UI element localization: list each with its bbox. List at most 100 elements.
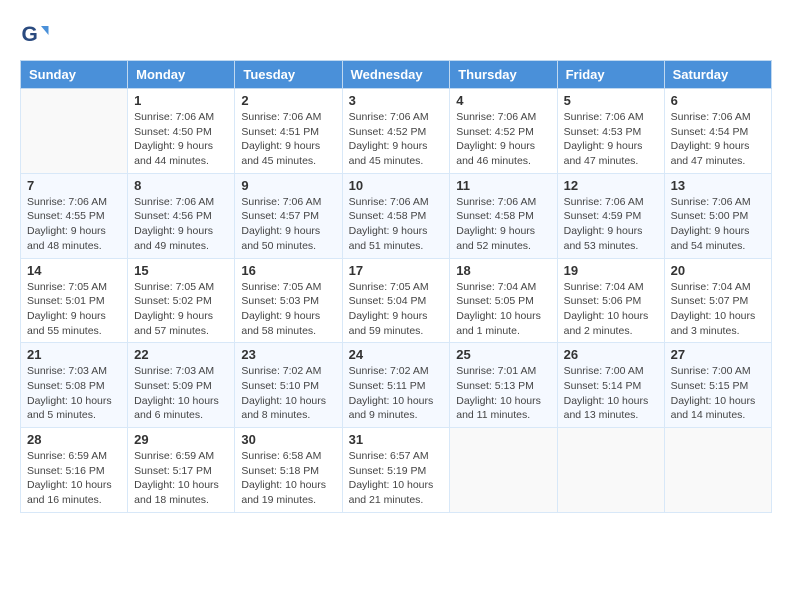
day-info: Sunrise: 7:00 AM Sunset: 5:15 PM Dayligh… (671, 364, 765, 423)
calendar-cell: 12 Sunrise: 7:06 AM Sunset: 4:59 PM Dayli… (557, 173, 664, 258)
day-number: 28 (27, 432, 121, 447)
day-number: 22 (134, 347, 228, 362)
day-number: 10 (349, 178, 444, 193)
calendar-cell: 22Sunrise: 7:03 AM Sunset: 5:09 PM Dayli… (128, 343, 235, 428)
calendar-week-4: 21 Sunrise: 7:03 AM Sunset: 5:08 PM Dayli… (21, 343, 772, 428)
day-number: 8 (134, 178, 228, 193)
calendar-cell: 26 Sunrise: 7:00 AM Sunset: 5:14 PM Dayli… (557, 343, 664, 428)
day-info: Sunrise: 7:02 AM Sunset: 5:11 PM Dayligh… (349, 364, 444, 423)
calendar-week-3: 14 Sunrise: 7:05 AM Sunset: 5:01 PM Dayli… (21, 258, 772, 343)
calendar-cell: 14 Sunrise: 7:05 AM Sunset: 5:01 PM Dayli… (21, 258, 128, 343)
day-info: Sunrise: 7:06 AM Sunset: 5:00 PM Dayligh… (671, 195, 765, 254)
calendar-cell: 30 Sunrise: 6:58 AM Sunset: 5:18 PM Dayli… (235, 428, 342, 513)
day-info: Sunrise: 6:58 AM Sunset: 5:18 PM Dayligh… (241, 449, 335, 508)
day-number: 26 (564, 347, 658, 362)
day-info: Sunrise: 7:06 AM Sunset: 4:59 PM Dayligh… (564, 195, 658, 254)
day-number: 7 (27, 178, 121, 193)
day-number: 31 (349, 432, 444, 447)
calendar-cell: 19 Sunrise: 7:04 AM Sunset: 5:06 PM Dayli… (557, 258, 664, 343)
weekday-header-monday: Monday (128, 61, 235, 89)
calendar-cell: 23 Sunrise: 7:02 AM Sunset: 5:10 PM Dayli… (235, 343, 342, 428)
calendar-week-2: 7 Sunrise: 7:06 AM Sunset: 4:55 PM Daylig… (21, 173, 772, 258)
day-number: 29 (134, 432, 228, 447)
weekday-header-friday: Friday (557, 61, 664, 89)
day-number: 21 (27, 347, 121, 362)
calendar-cell: 11 Sunrise: 7:06 AM Sunset: 4:58 PM Dayli… (450, 173, 557, 258)
day-number: 18 (456, 263, 550, 278)
page-header: G (20, 20, 772, 50)
day-number: 24 (349, 347, 444, 362)
day-number: 4 (456, 93, 550, 108)
day-number: 13 (671, 178, 765, 193)
calendar-cell: 4 Sunrise: 7:06 AM Sunset: 4:52 PM Daylig… (450, 89, 557, 174)
day-number: 15 (134, 263, 228, 278)
day-info: Sunrise: 7:06 AM Sunset: 4:56 PM Dayligh… (134, 195, 228, 254)
calendar-cell: 8 Sunrise: 7:06 AM Sunset: 4:56 PM Daylig… (128, 173, 235, 258)
day-number: 14 (27, 263, 121, 278)
day-info: Sunrise: 7:04 AM Sunset: 5:05 PM Dayligh… (456, 280, 550, 339)
svg-text:G: G (22, 23, 38, 46)
weekday-header-wednesday: Wednesday (342, 61, 450, 89)
day-number: 11 (456, 178, 550, 193)
calendar-cell: 31 Sunrise: 6:57 AM Sunset: 5:19 PM Dayli… (342, 428, 450, 513)
day-info: Sunrise: 7:00 AM Sunset: 5:14 PM Dayligh… (564, 364, 658, 423)
calendar-cell: 7 Sunrise: 7:06 AM Sunset: 4:55 PM Daylig… (21, 173, 128, 258)
day-number: 9 (241, 178, 335, 193)
day-info: Sunrise: 7:05 AM Sunset: 5:04 PM Dayligh… (349, 280, 444, 339)
calendar-table: SundayMondayTuesdayWednesdayThursdayFrid… (20, 60, 772, 513)
day-info: Sunrise: 6:57 AM Sunset: 5:19 PM Dayligh… (349, 449, 444, 508)
calendar-cell: 3 Sunrise: 7:06 AM Sunset: 4:52 PM Daylig… (342, 89, 450, 174)
day-info: Sunrise: 7:04 AM Sunset: 5:07 PM Dayligh… (671, 280, 765, 339)
logo: G (20, 20, 54, 50)
calendar-cell: 29 Sunrise: 6:59 AM Sunset: 5:17 PM Dayli… (128, 428, 235, 513)
day-number: 19 (564, 263, 658, 278)
day-info: Sunrise: 6:59 AM Sunset: 5:16 PM Dayligh… (27, 449, 121, 508)
day-info: Sunrise: 7:06 AM Sunset: 4:53 PM Dayligh… (564, 110, 658, 169)
day-info: Sunrise: 7:06 AM Sunset: 4:52 PM Dayligh… (456, 110, 550, 169)
calendar-cell: 2Sunrise: 7:06 AM Sunset: 4:51 PM Daylig… (235, 89, 342, 174)
day-info: Sunrise: 7:01 AM Sunset: 5:13 PM Dayligh… (456, 364, 550, 423)
day-number: 23 (241, 347, 335, 362)
calendar-cell: 6Sunrise: 7:06 AM Sunset: 4:54 PM Daylig… (664, 89, 771, 174)
calendar-week-5: 28 Sunrise: 6:59 AM Sunset: 5:16 PM Dayli… (21, 428, 772, 513)
day-number: 1 (134, 93, 228, 108)
day-number: 3 (349, 93, 444, 108)
day-info: Sunrise: 7:06 AM Sunset: 4:52 PM Dayligh… (349, 110, 444, 169)
weekday-header-sunday: Sunday (21, 61, 128, 89)
day-info: Sunrise: 7:06 AM Sunset: 4:50 PM Dayligh… (134, 110, 228, 169)
calendar-cell (21, 89, 128, 174)
day-info: Sunrise: 7:05 AM Sunset: 5:02 PM Dayligh… (134, 280, 228, 339)
calendar-cell: 9 Sunrise: 7:06 AM Sunset: 4:57 PM Daylig… (235, 173, 342, 258)
calendar-cell: 21 Sunrise: 7:03 AM Sunset: 5:08 PM Dayli… (21, 343, 128, 428)
day-number: 2 (241, 93, 335, 108)
calendar-cell: 5Sunrise: 7:06 AM Sunset: 4:53 PM Daylig… (557, 89, 664, 174)
logo-icon: G (20, 20, 50, 50)
day-info: Sunrise: 7:04 AM Sunset: 5:06 PM Dayligh… (564, 280, 658, 339)
day-number: 17 (349, 263, 444, 278)
calendar-cell: 28 Sunrise: 6:59 AM Sunset: 5:16 PM Dayli… (21, 428, 128, 513)
day-info: Sunrise: 7:06 AM Sunset: 4:54 PM Dayligh… (671, 110, 765, 169)
day-number: 30 (241, 432, 335, 447)
day-number: 25 (456, 347, 550, 362)
day-info: Sunrise: 7:05 AM Sunset: 5:03 PM Dayligh… (241, 280, 335, 339)
day-number: 12 (564, 178, 658, 193)
calendar-cell (664, 428, 771, 513)
day-info: Sunrise: 7:02 AM Sunset: 5:10 PM Dayligh… (241, 364, 335, 423)
calendar-cell: 18 Sunrise: 7:04 AM Sunset: 5:05 PM Dayli… (450, 258, 557, 343)
calendar-cell: 27Sunrise: 7:00 AM Sunset: 5:15 PM Dayli… (664, 343, 771, 428)
weekday-header-tuesday: Tuesday (235, 61, 342, 89)
calendar-cell: 1 Sunrise: 7:06 AM Sunset: 4:50 PM Daylig… (128, 89, 235, 174)
day-info: Sunrise: 7:06 AM Sunset: 4:55 PM Dayligh… (27, 195, 121, 254)
day-info: Sunrise: 7:03 AM Sunset: 5:08 PM Dayligh… (27, 364, 121, 423)
day-number: 20 (671, 263, 765, 278)
day-info: Sunrise: 7:05 AM Sunset: 5:01 PM Dayligh… (27, 280, 121, 339)
calendar-cell: 15 Sunrise: 7:05 AM Sunset: 5:02 PM Dayli… (128, 258, 235, 343)
calendar-week-1: 1 Sunrise: 7:06 AM Sunset: 4:50 PM Daylig… (21, 89, 772, 174)
day-info: Sunrise: 7:06 AM Sunset: 4:58 PM Dayligh… (456, 195, 550, 254)
day-info: Sunrise: 7:06 AM Sunset: 4:57 PM Dayligh… (241, 195, 335, 254)
weekday-header-thursday: Thursday (450, 61, 557, 89)
calendar-cell: 20 Sunrise: 7:04 AM Sunset: 5:07 PM Dayli… (664, 258, 771, 343)
day-info: Sunrise: 6:59 AM Sunset: 5:17 PM Dayligh… (134, 449, 228, 508)
calendar-cell: 10Sunrise: 7:06 AM Sunset: 4:58 PM Dayli… (342, 173, 450, 258)
calendar-cell: 13 Sunrise: 7:06 AM Sunset: 5:00 PM Dayli… (664, 173, 771, 258)
